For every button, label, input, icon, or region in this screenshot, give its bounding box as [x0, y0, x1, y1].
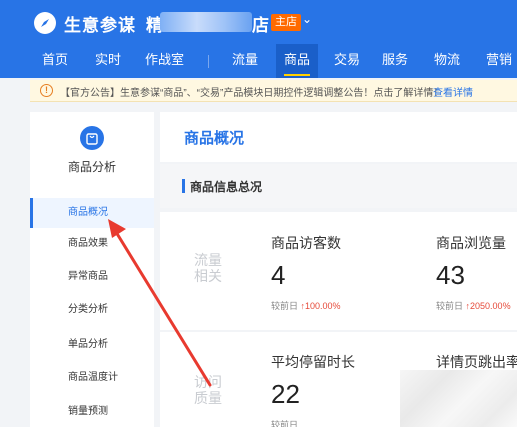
metric-value: 22 — [271, 379, 300, 409]
nav-item-war-room[interactable]: 作战室 — [145, 44, 184, 78]
comparison-label: 较前日 — [271, 301, 299, 311]
main-nav: 首页 实时 作战室 流量 商品 交易 服务 物流 营销 — [0, 44, 517, 78]
section-header: 商品信息总况 — [160, 164, 517, 208]
metric-value: 43 — [436, 260, 465, 290]
metric-row-traffic: 流量 相关 商品访客数 4 较前日 ↑100.00% 商品浏览量 43 较前日 ↑… — [160, 212, 517, 330]
metric-name: 详情页跳出率 — [436, 354, 517, 370]
announcement-text: 【官方公告】生意参谋“商品”、“交易”产品模块日期控件逻辑调整公告！点击了解详情… — [60, 88, 444, 99]
nav-item-marketing[interactable]: 营销 — [486, 44, 512, 78]
metric-name: 商品访客数 — [271, 235, 341, 251]
metric-name: 平均停留时长 — [271, 354, 355, 370]
page-title: 商品概况 — [184, 130, 245, 147]
metric-comparison: 较前日 ↑100.00% — [271, 299, 341, 312]
sidebar-item-abnormal-products[interactable]: 异常商品 — [30, 262, 154, 292]
brand-row: 生意参谋 精 店 主店 ⌄ — [0, 0, 517, 44]
comparison-value: 100.00% — [305, 301, 341, 311]
sidebar-item-product-thermometer[interactable]: 商品温度计 — [30, 363, 154, 393]
nav-item-realtime[interactable]: 实时 — [95, 44, 121, 78]
redacted-area — [400, 370, 517, 427]
shop-name-suffix[interactable]: 店 — [252, 11, 269, 36]
warning-icon: ! — [40, 84, 53, 97]
nav-item-products[interactable]: 商品 — [276, 44, 319, 78]
sidebar: 商品分析 商品概况 商品效果 异常商品 分类分析 单品分析 商品温度计 销量预测 — [30, 112, 154, 427]
metric-name: 商品浏览量 — [436, 235, 506, 251]
group-label-visit-quality: 访问 质量 — [194, 374, 222, 406]
sidebar-item-product-effect[interactable]: 商品效果 — [30, 229, 154, 259]
chevron-down-icon[interactable]: ⌄ — [302, 12, 312, 26]
comparison-value: 2050.00% — [470, 301, 511, 311]
view-details-link[interactable]: 查看详情 — [433, 84, 473, 99]
shopping-bag-icon — [80, 126, 104, 150]
nav-item-transactions[interactable]: 交易 — [334, 44, 360, 78]
section-title: 商品信息总况 — [190, 180, 263, 194]
sidebar-title: 商品分析 — [67, 160, 116, 174]
shop-name-redacted — [160, 12, 252, 32]
nav-item-home[interactable]: 首页 — [42, 44, 68, 78]
metric-comparison: 较前日 ↑2050.00% — [436, 299, 511, 312]
main-shop-badge: 主店 — [271, 14, 301, 31]
nav-item-traffic[interactable]: 流量 — [232, 44, 258, 78]
nav-divider — [208, 55, 209, 68]
page-header: 商品概况 — [160, 112, 517, 162]
section-marker — [182, 179, 185, 193]
nav-item-logistics[interactable]: 物流 — [434, 44, 460, 78]
sidebar-item-single-item-analysis[interactable]: 单品分析 — [30, 330, 154, 360]
top-header: 生意参谋 精 店 主店 ⌄ 首页 实时 作战室 流量 商品 交易 服务 物流 营… — [0, 0, 517, 78]
sidebar-item-sales-forecast[interactable]: 销量预测 — [30, 397, 154, 427]
sidebar-item-product-overview[interactable]: 商品概况 — [30, 198, 154, 228]
comparison-label: 较前日 — [436, 301, 464, 311]
announcement-bar: ! 【官方公告】生意参谋“商品”、“交易”产品模块日期控件逻辑调整公告！点击了解… — [30, 80, 517, 102]
metric-comparison: 较前日 — [271, 420, 299, 427]
metric-value: 4 — [271, 260, 286, 290]
group-label-traffic: 流量 相关 — [194, 252, 222, 284]
compass-logo-icon[interactable] — [34, 12, 56, 34]
sidebar-item-category-analysis[interactable]: 分类分析 — [30, 295, 154, 325]
brand-name[interactable]: 生意参谋 — [64, 11, 136, 36]
nav-item-service[interactable]: 服务 — [382, 44, 408, 78]
